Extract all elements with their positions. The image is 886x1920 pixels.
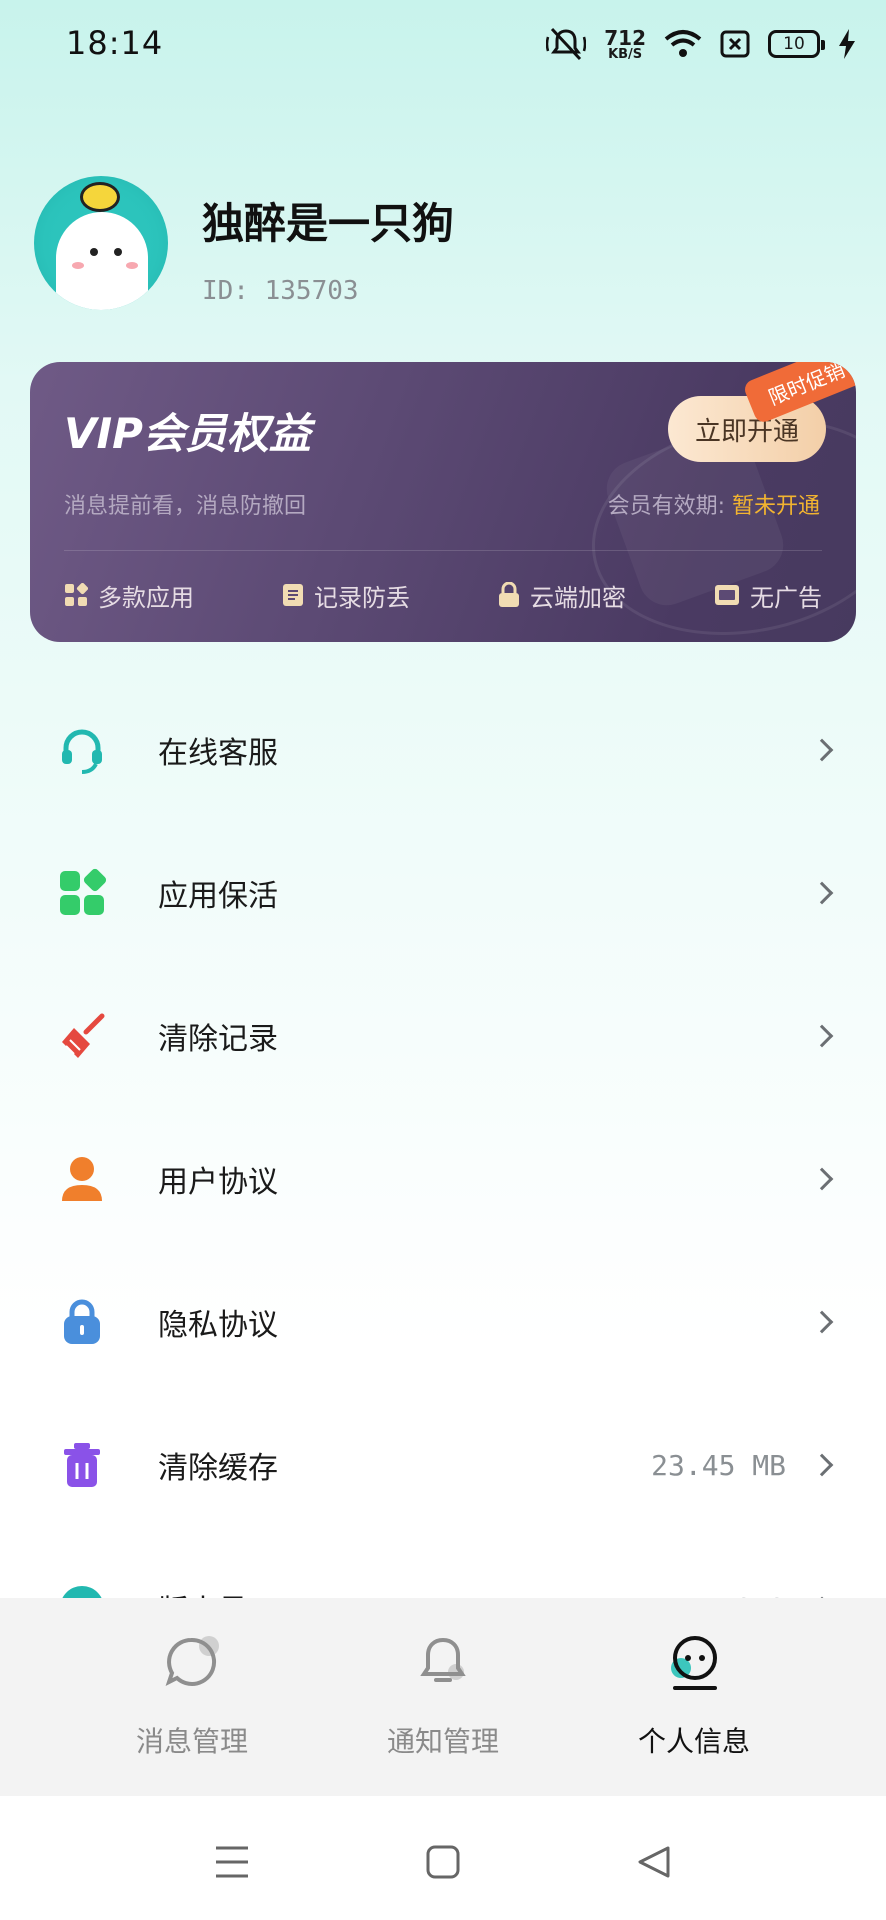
apps-grid-icon <box>60 868 107 915</box>
vip-divider <box>64 550 822 551</box>
vip-feature-label: 记录防丢 <box>314 583 410 612</box>
bottom-tab-bar: 消息管理 通知管理 个人信息 <box>0 1598 886 1796</box>
vip-expiry-label: 会员有效期: <box>607 494 725 519</box>
vip-feature-label: 云端加密 <box>530 583 626 612</box>
home-nav-button[interactable] <box>413 1832 473 1892</box>
avatar-blush-right <box>126 262 138 269</box>
wifi-icon <box>664 30 702 57</box>
tab-label: 通知管理 <box>386 1725 499 1758</box>
message-icon <box>165 1636 219 1686</box>
menu-item-label: 用户协议 <box>158 1165 278 1200</box>
vip-expiry: 会员有效期: 暂未开通 <box>608 488 820 520</box>
vip-feature-label: 多款应用 <box>98 583 194 612</box>
status-icons: 712 KB/S 10 <box>546 24 856 64</box>
sim-off-icon <box>720 30 750 58</box>
vip-feature-no-ads: 无广告 <box>714 578 822 613</box>
tab-messages[interactable]: 消息管理 <box>92 1634 292 1784</box>
tab-label: 个人信息 <box>637 1725 750 1758</box>
tab-label: 消息管理 <box>135 1725 248 1758</box>
bell-icon <box>420 1637 466 1682</box>
lock-icon <box>64 1299 100 1344</box>
vip-feature-records: 记录防丢 <box>282 578 410 613</box>
back-nav-button[interactable] <box>624 1832 684 1892</box>
broom-icon <box>62 1013 105 1058</box>
network-speed-unit: KB/S <box>608 46 643 62</box>
home-square-icon <box>426 1845 460 1879</box>
menu-nav-button[interactable] <box>202 1832 262 1892</box>
chevron-right-icon <box>810 1024 834 1048</box>
mute-bell-icon <box>546 27 587 61</box>
avatar-eye-left <box>90 248 98 256</box>
tab-profile[interactable]: 个人信息 <box>594 1634 794 1784</box>
lock-icon <box>499 582 519 607</box>
charging-icon <box>839 29 855 59</box>
ad-icon <box>715 585 739 605</box>
avatar[interactable] <box>34 176 168 310</box>
cache-size-value: 23.45 MB <box>651 1448 786 1482</box>
menu-item-label: 清除记录 <box>158 1022 278 1057</box>
vip-card[interactable]: VIP会员权益 立即开通 限时促销 消息提前看，消息防撤回 会员有效期: 暂未开… <box>30 362 856 642</box>
menu-item-clear-records[interactable]: 清除记录 <box>0 986 886 1086</box>
vip-feature-encryption: 云端加密 <box>498 578 626 613</box>
menu-item-label: 清除缓存 <box>158 1451 278 1486</box>
avatar-eye-right <box>114 248 122 256</box>
document-icon <box>283 584 303 606</box>
avatar-blush-left <box>72 262 84 269</box>
status-time: 18:14 <box>66 24 164 62</box>
chevron-right-icon <box>810 1167 834 1191</box>
apps-icon <box>65 583 88 606</box>
back-triangle-icon <box>638 1846 670 1878</box>
menu-item-app-keepalive[interactable]: 应用保活 <box>0 843 886 943</box>
headset-icon <box>62 729 102 774</box>
battery-indicator: 10 <box>768 30 825 58</box>
avatar-ghost <box>56 212 148 310</box>
trash-icon <box>64 1443 100 1487</box>
menu-item-customer-service[interactable]: 在线客服 <box>0 700 886 800</box>
menu-item-clear-cache[interactable]: 清除缓存 23.45 MB <box>0 1415 886 1515</box>
vip-title: VIP会员权益 <box>64 409 311 458</box>
menu-item-label: 应用保活 <box>158 879 278 914</box>
tab-notifications[interactable]: 通知管理 <box>343 1634 543 1784</box>
avatar-bubble <box>80 182 120 212</box>
chevron-right-icon <box>810 1310 834 1334</box>
profile-id: ID: 135703 <box>202 276 359 306</box>
network-speed: 712 KB/S <box>604 28 646 61</box>
vip-subtitle: 消息提前看，消息防撤回 <box>64 494 307 519</box>
vip-feature-apps: 多款应用 <box>64 578 194 613</box>
status-bar: 18:14 712 KB/S 10 <box>0 0 886 88</box>
chevron-right-icon <box>810 881 834 905</box>
chevron-right-icon <box>810 738 834 762</box>
profile-name: 独醉是一只狗 <box>202 199 455 248</box>
menu-item-user-agreement[interactable]: 用户协议 <box>0 1129 886 1229</box>
vip-feature-label: 无广告 <box>750 583 822 612</box>
menu-item-privacy-policy[interactable]: 隐私协议 <box>0 1272 886 1372</box>
user-icon <box>62 1157 102 1201</box>
chevron-right-icon <box>810 1453 834 1477</box>
menu-item-label: 在线客服 <box>158 736 278 771</box>
menu-item-label: 隐私协议 <box>158 1308 278 1343</box>
battery-level: 10 <box>783 34 805 54</box>
system-nav-bar <box>0 1796 886 1920</box>
menu-icon <box>216 1846 248 1878</box>
vip-expiry-status: 暂未开通 <box>731 494 820 519</box>
network-speed-value: 712 <box>604 25 646 50</box>
vip-features: 多款应用 记录防丢 云端加密 无广告 <box>64 570 822 620</box>
profile-face-icon <box>671 1636 717 1690</box>
